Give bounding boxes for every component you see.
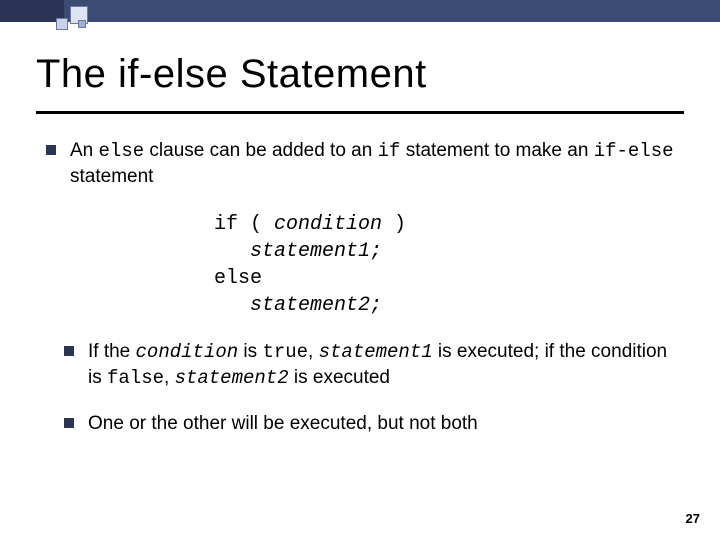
code-else: else bbox=[99, 140, 145, 162]
title-wrap: The if-else Statement bbox=[0, 22, 720, 103]
code-ifelse: if-else bbox=[594, 140, 674, 162]
text: An bbox=[70, 140, 99, 161]
indent bbox=[214, 240, 250, 263]
code-stmt2: statement2 bbox=[175, 367, 289, 389]
sub-bullet-2: One or the other will be executed, but n… bbox=[62, 411, 676, 436]
code-condition: condition bbox=[136, 341, 239, 363]
bullet-1: An else clause can be added to an if sta… bbox=[44, 138, 676, 189]
kw-if: if ( bbox=[214, 213, 274, 236]
text: , bbox=[308, 341, 319, 362]
page-title: The if-else Statement bbox=[36, 52, 684, 97]
slide: The if-else Statement An else clause can… bbox=[0, 0, 720, 540]
text: One or the other will be executed, but n… bbox=[88, 413, 478, 434]
header-squares-icon bbox=[56, 6, 116, 34]
kw-else: else bbox=[214, 267, 262, 290]
text: , bbox=[164, 367, 175, 388]
text: statement bbox=[70, 166, 153, 187]
code-true: true bbox=[262, 341, 308, 363]
paren: ) bbox=[382, 213, 406, 236]
code-if: if bbox=[378, 140, 401, 162]
code-false: false bbox=[107, 367, 164, 389]
code-stmt1: statement1 bbox=[319, 341, 433, 363]
code-block: if ( condition ) statement1; else statem… bbox=[214, 211, 676, 319]
bullet-list: An else clause can be added to an if sta… bbox=[44, 138, 676, 189]
slide-body: An else clause can be added to an if sta… bbox=[0, 114, 720, 436]
text: statement to make an bbox=[400, 140, 593, 161]
cond: condition bbox=[274, 213, 382, 236]
text: is executed bbox=[289, 367, 390, 388]
page-number: 27 bbox=[686, 511, 700, 526]
sub-bullet-1: If the condition is true, statement1 is … bbox=[62, 339, 676, 391]
stmt2: statement2; bbox=[250, 294, 382, 317]
stmt1: statement1; bbox=[250, 240, 382, 263]
text: clause can be added to an bbox=[144, 140, 377, 161]
header-accent bbox=[0, 0, 64, 22]
sub-bullet-list: If the condition is true, statement1 is … bbox=[44, 339, 676, 436]
text: is bbox=[238, 341, 262, 362]
text: If the bbox=[88, 341, 136, 362]
indent bbox=[214, 294, 250, 317]
